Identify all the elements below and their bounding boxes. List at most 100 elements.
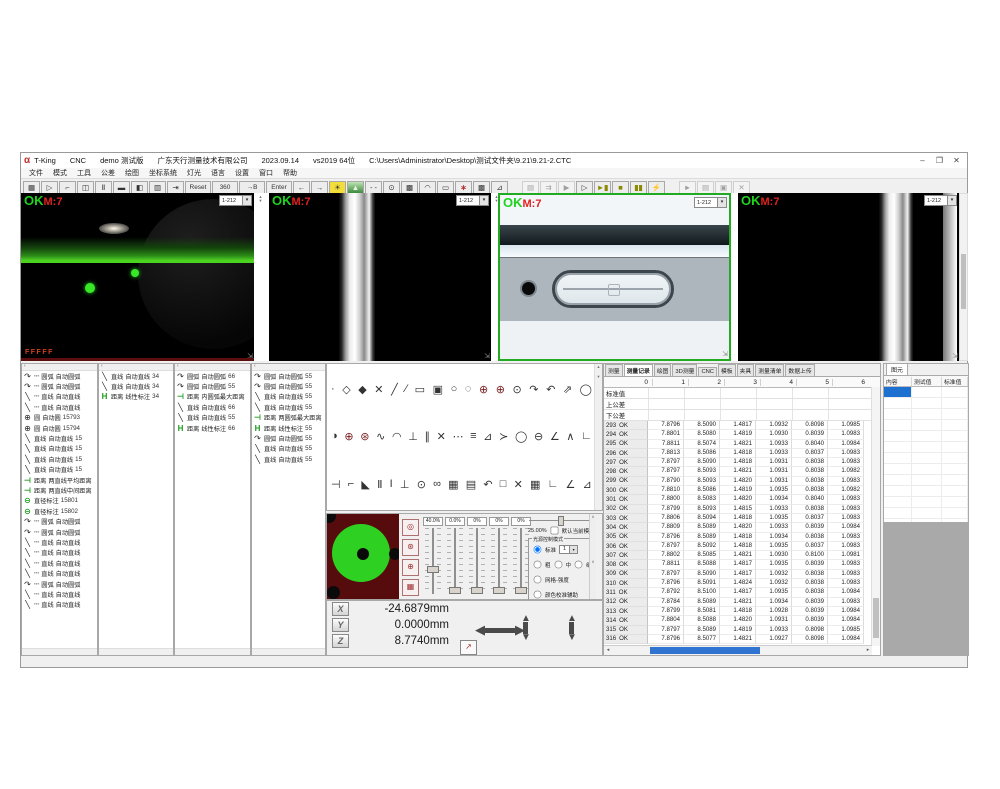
tool-icon[interactable]: ≻ — [499, 430, 508, 443]
list-item[interactable]: H距离线性标注66 — [175, 423, 250, 433]
column-header[interactable]: 5 — [796, 379, 832, 386]
list-item[interactable]: ↷***圆弧自动圆弧 — [22, 381, 97, 391]
toolbar-button[interactable]: Ⅱ — [95, 181, 112, 194]
menu-item-坐标系统[interactable]: 坐标系统 — [149, 168, 177, 178]
chevron-down-icon[interactable]: ▾ — [947, 196, 956, 205]
menu-item-文件[interactable]: 文件 — [29, 168, 43, 178]
transfer-button[interactable]: ⇉ — [540, 181, 557, 194]
list-item[interactable]: ↷***圆弧自动圆弧 — [22, 516, 97, 526]
light-slider[interactable] — [489, 528, 509, 594]
tab-element[interactable]: 图元 — [886, 363, 908, 375]
toolbar-button[interactable]: ▬ — [113, 181, 130, 194]
table-row[interactable]: 303OK7.88068.50941.48181.09350.80371.098… — [604, 514, 880, 523]
chart-button[interactable]: ⊿ — [491, 181, 508, 194]
list-bottom-scrollbar[interactable] — [252, 648, 325, 655]
toolbar-button[interactable]: ◫ — [77, 181, 94, 194]
camera-view-2[interactable]: OKM:7 1-212▾ ⇲ — [269, 193, 491, 361]
tab-CNC[interactable]: CNC — [698, 367, 717, 376]
magnifier-button[interactable]: ⊙ — [383, 181, 400, 194]
list-item[interactable]: ╲直线自动直线15 — [22, 454, 97, 464]
list-item[interactable]: H距离线性标注34 — [99, 392, 173, 402]
tool-icon[interactable]: ✕ — [437, 430, 446, 443]
tool-icon[interactable]: I — [390, 478, 393, 491]
tool-icon[interactable]: ◑ — [331, 430, 338, 443]
list-item[interactable]: ╲直线自动直线55 — [252, 392, 325, 402]
detail-row[interactable] — [884, 420, 968, 431]
table-row[interactable]: 310OK7.87968.50911.48241.09320.80381.098… — [604, 579, 880, 588]
list-item[interactable]: ↷***圆弧自动圆弧 — [22, 371, 97, 381]
menu-item-模式[interactable]: 模式 — [53, 168, 67, 178]
run-to-end-button[interactable]: ►▮ — [594, 181, 611, 194]
curve-button[interactable]: ◠ — [419, 181, 436, 194]
detail-row[interactable] — [884, 387, 968, 398]
column-header[interactable]: 0 — [604, 379, 652, 386]
tool-icon[interactable]: □ — [500, 478, 507, 491]
list-item[interactable]: ╲直线自动直线66 — [175, 402, 250, 412]
slider-thumb[interactable] — [493, 587, 505, 594]
radio-standard[interactable] — [534, 546, 542, 554]
table-row[interactable]: 313OK7.87998.50811.48181.09280.80391.098… — [604, 607, 880, 616]
table-row[interactable]: 312OK7.87848.50891.48211.09340.80391.098… — [604, 598, 880, 607]
ring-segment-button[interactable]: ⊕ — [402, 559, 419, 576]
tool-icon[interactable]: Ⅱ — [377, 478, 382, 491]
light-slider[interactable] — [467, 528, 487, 594]
radio-grid-intensity[interactable] — [534, 576, 542, 584]
radio-粗[interactable] — [534, 561, 542, 569]
slider-thumb[interactable] — [427, 566, 439, 573]
tool-icon[interactable]: ∞ — [433, 478, 441, 491]
table-row[interactable]: 296OK7.88138.50861.48181.09330.80371.098… — [604, 449, 880, 458]
list-item[interactable]: ╲直线自动直线34 — [99, 371, 173, 381]
tool-icon[interactable]: ⊥ — [400, 478, 410, 491]
tab-数据上传[interactable]: 数据上传 — [785, 364, 814, 376]
table-row[interactable]: 295OK7.88118.50741.48211.09330.80401.098… — [604, 440, 880, 449]
diagonal-move-button[interactable]: ↗ — [460, 640, 477, 655]
toolbar-button[interactable]: ▷ — [576, 181, 593, 194]
tool-icon[interactable]: ◠ — [392, 430, 402, 443]
tool-icon[interactable]: ⊿ — [583, 478, 592, 491]
pattern-button[interactable]: ▩ — [401, 181, 418, 194]
list-item[interactable]: ↷***圆弧自动圆弧 — [22, 579, 97, 589]
table-row[interactable]: 304OK7.88098.50891.48201.09330.80391.098… — [604, 523, 880, 532]
list-item[interactable]: ╲***直线自动直线 — [22, 392, 97, 402]
slider-thumb[interactable] — [471, 587, 483, 594]
tool-icon[interactable]: ◆ — [358, 383, 366, 396]
ring-segment-button[interactable]: ◎ — [402, 519, 419, 536]
tool-icon[interactable]: ∕ — [405, 383, 407, 396]
master-light-slider[interactable] — [529, 516, 593, 524]
list-item[interactable]: ⊖直径标注15801 — [22, 496, 97, 506]
list-item[interactable]: ╲***直线自动直线 — [22, 568, 97, 578]
table-row[interactable]: 316OK7.87968.50771.48211.09270.80981.098… — [604, 635, 880, 644]
print-button[interactable]: ▣ — [715, 181, 732, 194]
list-item[interactable]: ↷圆弧自动圆弧55 — [252, 381, 325, 391]
table-row[interactable]: 293OK7.87968.50901.48171.09320.80981.098… — [604, 421, 880, 430]
list-bottom-scrollbar[interactable] — [22, 648, 97, 655]
tool-icon[interactable]: ∥ — [424, 430, 430, 443]
table-row[interactable]: 311OK7.87928.51001.48171.09350.80381.098… — [604, 588, 880, 597]
tool-icon[interactable]: ∧ — [566, 430, 574, 443]
resize-grip-icon[interactable]: ⇲ — [722, 350, 728, 358]
list-item[interactable]: ⊣距离两直线中间距离 — [22, 485, 97, 495]
tool-icon[interactable]: ⊙ — [513, 383, 522, 396]
radio-中[interactable] — [554, 561, 562, 569]
detail-column-header[interactable]: 测试值 — [912, 377, 942, 386]
list-hscroll[interactable]: ‹ — [22, 364, 97, 371]
splitter-arrows[interactable]: ▲▼ — [256, 195, 265, 203]
list-item[interactable]: ↷圆弧自动圆弧55 — [252, 371, 325, 381]
detail-row[interactable] — [884, 398, 968, 409]
list-item[interactable]: ⊖直径标注15802 — [22, 506, 97, 516]
toolbar-button[interactable]: ⌐ — [59, 181, 76, 194]
detail-row[interactable] — [884, 431, 968, 442]
chevron-down-icon[interactable]: ▾ — [242, 196, 251, 205]
tool-icon[interactable]: ⋯ — [452, 430, 463, 443]
table-row[interactable]: 294OK7.88018.50801.48191.09300.80391.098… — [604, 430, 880, 439]
list-item[interactable]: ╲***直线自动直线 — [22, 402, 97, 412]
table-row[interactable]: 314OK7.88048.50881.48201.09310.80391.098… — [604, 616, 880, 625]
tool-icon[interactable]: ⊿ — [483, 430, 492, 443]
detail-row[interactable] — [884, 464, 968, 475]
tab-测量[interactable]: 测量 — [605, 364, 623, 376]
table-row[interactable]: 309OK7.87978.50901.48171.09320.80381.098… — [604, 570, 880, 579]
table-row[interactable]: 302OK7.87998.50931.48151.09330.80381.098… — [604, 505, 880, 514]
jog-arrows[interactable]: ◀▶ ▲▼ ▲▼ — [475, 615, 585, 645]
menu-item-绘图[interactable]: 绘图 — [125, 168, 139, 178]
list-item[interactable]: ⊕圆自动圆15794 — [22, 423, 97, 433]
